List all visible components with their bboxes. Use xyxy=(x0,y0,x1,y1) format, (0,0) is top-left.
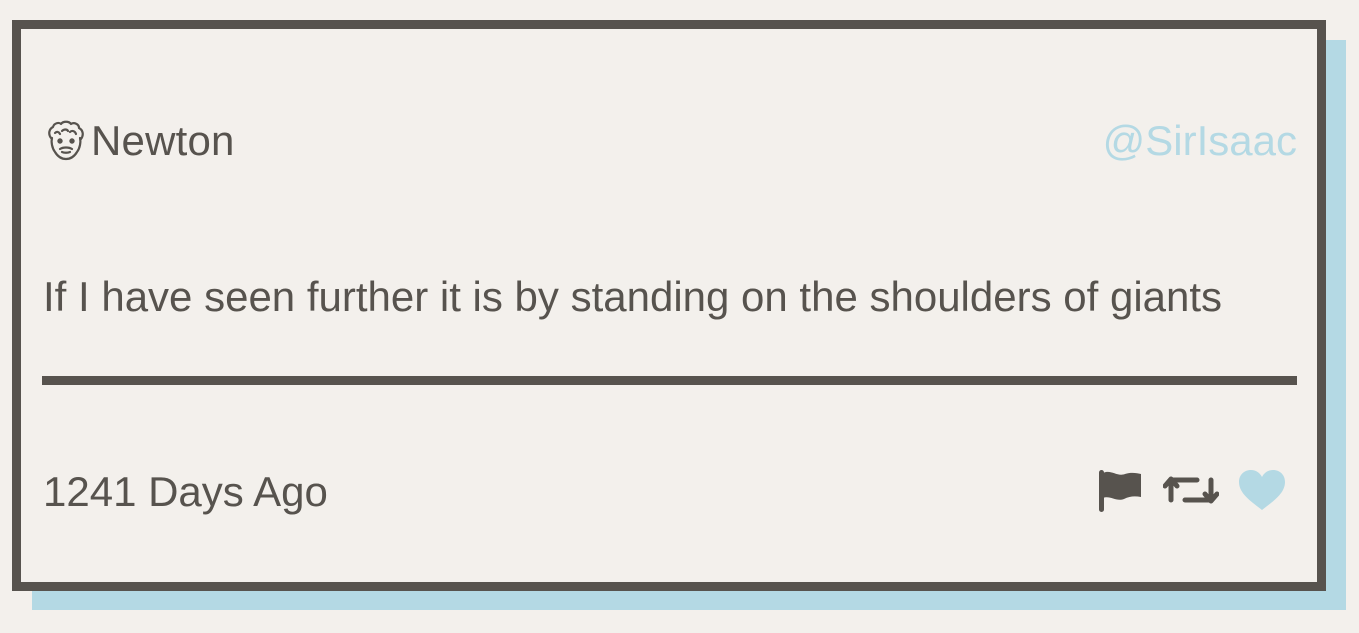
author-name: Newton xyxy=(91,117,235,164)
tweet-text: If I have seen further it is by standing… xyxy=(43,273,1223,320)
tweet-card: Newton @SirIsaac If I have seen further … xyxy=(12,20,1326,591)
flag-icon[interactable] xyxy=(1095,466,1145,519)
tweet-footer: 1241 Days Ago xyxy=(43,461,1297,523)
divider xyxy=(42,376,1297,385)
author-handle[interactable]: @SirIsaac xyxy=(1103,117,1297,165)
tweet-stage: Newton @SirIsaac If I have seen further … xyxy=(0,0,1359,633)
timestamp: 1241 Days Ago xyxy=(43,468,328,515)
tweet-header: Newton @SirIsaac xyxy=(43,113,1297,169)
action-bar xyxy=(1095,466,1287,519)
heart-icon[interactable] xyxy=(1237,468,1287,517)
retweet-icon[interactable] xyxy=(1162,470,1220,515)
bearded-face-icon xyxy=(43,118,89,164)
author[interactable]: Newton xyxy=(43,117,235,165)
